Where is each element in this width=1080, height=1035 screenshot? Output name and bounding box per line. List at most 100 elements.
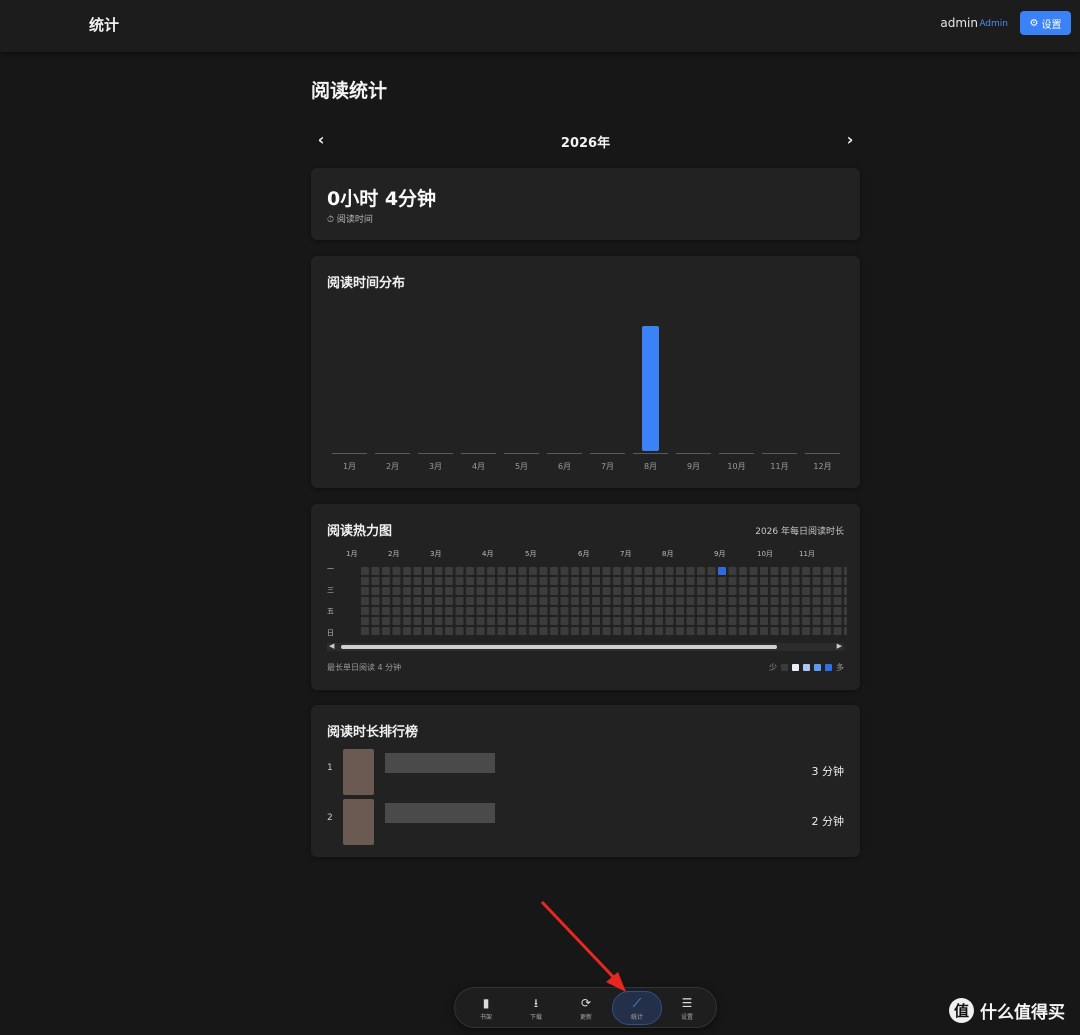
heatmap-cell[interactable] [529,577,537,585]
heatmap-cell[interactable] [844,617,847,625]
heatmap-cell[interactable] [613,617,621,625]
heatmap-cell[interactable] [392,617,401,625]
heatmap-cell[interactable] [539,567,548,575]
heatmap-cell[interactable] [560,607,569,615]
heatmap-cell[interactable] [812,567,821,575]
heatmap-cell[interactable] [833,617,842,625]
heatmap-cell[interactable] [392,577,401,585]
heatmap-cell[interactable] [655,577,663,585]
heatmap-cell[interactable] [718,587,726,595]
heatmap-cell[interactable] [812,627,821,635]
heatmap-cell[interactable] [602,587,611,595]
heatmap-cell[interactable] [413,617,422,625]
heatmap-cell[interactable] [550,567,558,575]
heatmap-cell[interactable] [613,567,621,575]
heatmap-cell[interactable] [770,607,779,615]
heatmap-cell[interactable] [371,577,380,585]
heatmap-cell[interactable] [634,567,642,575]
heatmap-cell[interactable] [623,607,632,615]
heatmap-cell[interactable] [571,577,579,585]
heatmap-cell[interactable] [613,597,621,605]
heatmap-cell[interactable] [539,627,548,635]
heatmap-cell[interactable] [728,587,737,595]
heatmap-cell[interactable] [812,607,821,615]
bar[interactable] [642,326,659,451]
heatmap-cell[interactable] [739,617,747,625]
heatmap-cell[interactable] [487,567,495,575]
heatmap-cell[interactable] [434,597,443,605]
heatmap-cell[interactable] [665,587,674,595]
heatmap-cell[interactable] [665,607,674,615]
heatmap-cell[interactable] [571,607,579,615]
heatmap-cell[interactable] [392,607,401,615]
heatmap-cell[interactable] [529,617,537,625]
heatmap-cell[interactable] [371,617,380,625]
heatmap-cell[interactable] [676,587,684,595]
heatmap-cell[interactable] [655,607,663,615]
heatmap-cell[interactable] [361,587,369,595]
heatmap-cell[interactable] [844,567,847,575]
heatmap-cell[interactable] [518,617,527,625]
heatmap-cell[interactable] [697,597,705,605]
heatmap-cell[interactable] [434,607,443,615]
heatmap-cell[interactable] [581,597,590,605]
heatmap-cell[interactable] [634,617,642,625]
heatmap-cell[interactable] [539,607,548,615]
heatmap-cell[interactable] [466,577,474,585]
heatmap-cell[interactable] [833,587,842,595]
heatmap-cell[interactable] [361,577,369,585]
heatmap-cell[interactable] [518,577,527,585]
heatmap-cell[interactable] [476,567,485,575]
heatmap-cell[interactable] [718,607,726,615]
heatmap-cell[interactable] [823,577,831,585]
heatmap-cell[interactable] [550,607,558,615]
heatmap-cell[interactable] [508,627,516,635]
heatmap-cell[interactable] [823,617,831,625]
heatmap-cell[interactable] [812,617,821,625]
heatmap-cell[interactable] [623,577,632,585]
heatmap-cell[interactable] [739,597,747,605]
heatmap-cell[interactable] [434,617,443,625]
heatmap-cell[interactable] [466,627,474,635]
heatmap-cell[interactable] [781,577,789,585]
heatmap-cell[interactable] [424,597,432,605]
heatmap-cell[interactable] [802,567,810,575]
heatmap-cell[interactable] [728,567,737,575]
heatmap-cell[interactable] [560,587,569,595]
heatmap-cell[interactable] [770,617,779,625]
heatmap-cell[interactable] [844,627,847,635]
heatmap-cell[interactable] [539,597,548,605]
heatmap-cell[interactable] [802,617,810,625]
heatmap-cell[interactable] [392,567,401,575]
heatmap-cell[interactable] [665,577,674,585]
heatmap-cell[interactable] [581,577,590,585]
heatmap-cell[interactable] [382,607,390,615]
heatmap-cell[interactable] [749,617,758,625]
heatmap-cell[interactable] [676,607,684,615]
heatmap-cell[interactable] [655,597,663,605]
heatmap-cell[interactable] [602,577,611,585]
heatmap-cell[interactable] [718,627,726,635]
heatmap-cell[interactable] [413,627,422,635]
heatmap-cell[interactable] [770,567,779,575]
heatmap-cell[interactable] [823,607,831,615]
heatmap-cell[interactable] [602,617,611,625]
heatmap-cell[interactable] [403,597,411,605]
heatmap-cell[interactable] [802,577,810,585]
heatmap-cell[interactable] [833,597,842,605]
heatmap-cell[interactable] [686,567,695,575]
heatmap-cell[interactable] [844,577,847,585]
heatmap-cell[interactable] [466,587,474,595]
heatmap-cell[interactable] [781,617,789,625]
heatmap-cell[interactable] [518,627,527,635]
heatmap-cell[interactable] [749,627,758,635]
heatmap-cell[interactable] [403,587,411,595]
heatmap-cell[interactable] [592,577,600,585]
heatmap-cell[interactable] [529,627,537,635]
heatmap-cell[interactable] [413,577,422,585]
heatmap-cell[interactable] [749,597,758,605]
heatmap-cell[interactable] [665,617,674,625]
nav-item-download[interactable]: ⭳ 下载 [511,991,561,1025]
heatmap-cell[interactable] [581,567,590,575]
heatmap-cell[interactable] [676,567,684,575]
